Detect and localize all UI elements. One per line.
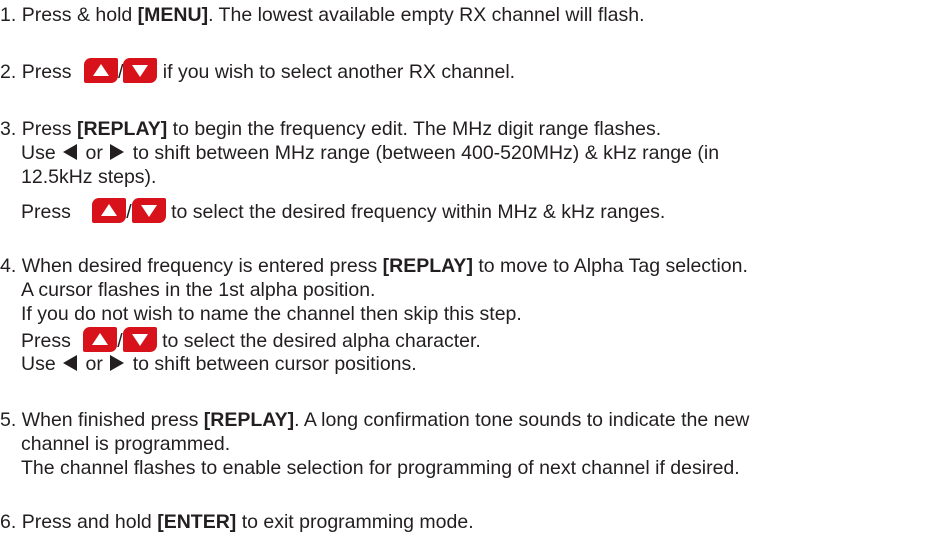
left-arrow-icon bbox=[63, 144, 78, 160]
down-button-icon bbox=[122, 327, 157, 352]
left-arrow-icon bbox=[63, 355, 78, 371]
step-3-line-2: Use or to shift between MHz range (betwe… bbox=[21, 142, 720, 164]
enter-key-label: [ENTER] bbox=[157, 511, 237, 533]
replay-key-label: [REPLAY] bbox=[76, 118, 168, 140]
down-button-icon bbox=[123, 58, 158, 83]
step-4: 4. When desired frequency is entered pre… bbox=[0, 255, 748, 277]
up-button-icon bbox=[83, 58, 118, 83]
step-5-line-3: The channel flashes to enable selection … bbox=[21, 457, 740, 479]
right-arrow-icon bbox=[110, 355, 125, 371]
step-6: 6. Press and hold [ENTER] to exit progra… bbox=[0, 511, 474, 533]
up-button-icon bbox=[92, 198, 127, 223]
step-4-line-2: A cursor flashes in the 1st alpha positi… bbox=[21, 279, 376, 301]
step-3-line-4: Press / to select the desired frequency … bbox=[21, 198, 665, 223]
step-3-line-3: 12.5kHz steps). bbox=[21, 166, 157, 188]
step-3: 3. Press [REPLAY] to begin the frequency… bbox=[0, 118, 662, 140]
up-button-icon bbox=[83, 327, 118, 352]
step-4-line-4: Press / to select the desired alpha char… bbox=[21, 327, 481, 352]
step-4-line-5: Use or to shift between cursor positions… bbox=[21, 353, 417, 375]
step-5: 5. When finished press [REPLAY]. A long … bbox=[0, 409, 750, 431]
instructions-document: 1. Press & hold [MENU]. The lowest avail… bbox=[0, 0, 934, 554]
step-4-line-3: If you do not wish to name the channel t… bbox=[21, 303, 522, 325]
step-1: 1. Press & hold [MENU]. The lowest avail… bbox=[0, 4, 645, 26]
replay-key-label: [REPLAY] bbox=[203, 409, 295, 431]
down-button-icon bbox=[131, 198, 166, 223]
replay-key-label: [REPLAY] bbox=[382, 255, 473, 277]
step-5-line-2: channel is programmed. bbox=[21, 433, 231, 455]
step-2: 2. Press / if you wish to select another… bbox=[0, 58, 515, 83]
menu-key-label: [MENU] bbox=[137, 4, 209, 26]
right-arrow-icon bbox=[110, 144, 125, 160]
